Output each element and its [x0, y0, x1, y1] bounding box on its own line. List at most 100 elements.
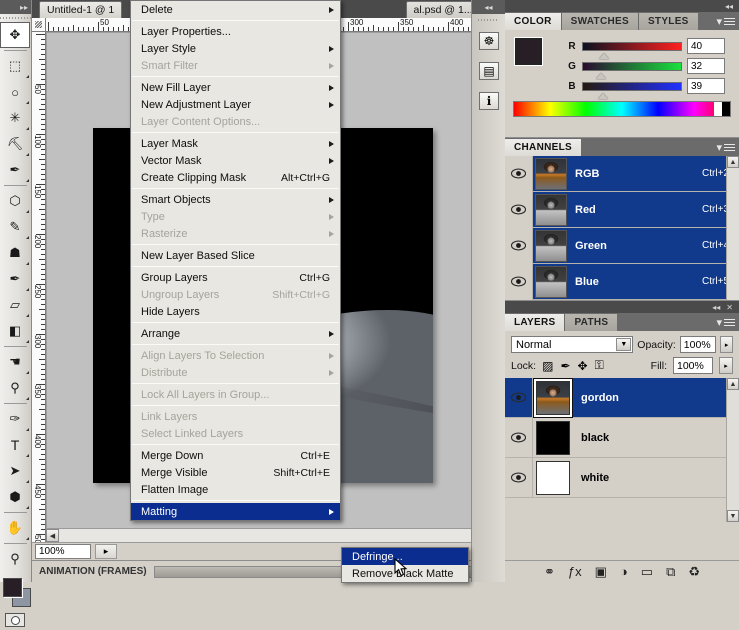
panel-dock[interactable]: ◂◂ COLOR SWATCHES STYLES ▾ R 40 G 32 B 39 CHA…: [505, 0, 739, 582]
color-slider-row-r[interactable]: R 40: [567, 36, 731, 59]
color-slider-g[interactable]: [582, 61, 682, 79]
matting-submenu[interactable]: Defringe... Remove Black Matte: [341, 547, 469, 583]
menu-item-smart-objects[interactable]: Smart Objects: [131, 191, 340, 208]
blur-tool[interactable]: ☚: [0, 349, 30, 375]
scroll-down-button[interactable]: ▼: [727, 510, 739, 522]
hand-tool[interactable]: ✋: [0, 515, 30, 541]
channel-row[interactable]: Green Ctrl+4: [505, 227, 739, 264]
layer-row[interactable]: black: [505, 417, 739, 458]
canvas-horizontal-scrollbar[interactable]: ◀ ▶: [46, 528, 491, 542]
menu-item-merge-down[interactable]: Merge Down Ctrl+E: [131, 447, 340, 464]
color-panel-body[interactable]: R 40 G 32 B 39: [505, 30, 739, 138]
color-value-g[interactable]: 32: [687, 58, 725, 74]
menu-item-vector-mask[interactable]: Vector Mask: [131, 152, 340, 169]
channels-list[interactable]: RGB Ctrl+2 Red Ctrl+3 Green Ctrl+4 Blue Ctrl+5: [505, 155, 739, 300]
pen-tool[interactable]: ✑: [0, 406, 30, 432]
lasso-tool[interactable]: ○: [0, 79, 30, 105]
layers-scrollbar[interactable]: ▲ ▼: [726, 378, 739, 522]
opacity-stepper[interactable]: ▸: [720, 336, 733, 353]
menu-item-layer-style[interactable]: Layer Style: [131, 40, 340, 57]
blend-mode-select[interactable]: Normal ▼: [511, 336, 634, 353]
tab-paths[interactable]: PATHS: [565, 314, 619, 331]
eye-icon[interactable]: [505, 227, 533, 264]
channels-scrollbar[interactable]: ▲: [726, 156, 739, 300]
healing-brush-tool[interactable]: ⬡: [0, 188, 30, 214]
chevron-down-icon[interactable]: ▼: [616, 338, 632, 351]
vertical-ruler[interactable]: 50100150200250300350400450500550: [32, 32, 46, 542]
move-tool[interactable]: ✥: [0, 22, 30, 48]
panel-menu-icon[interactable]: ▾: [716, 15, 735, 28]
color-panel-swatches[interactable]: [515, 38, 559, 78]
type-tool[interactable]: T: [0, 432, 30, 458]
color-value-r[interactable]: 40: [687, 38, 725, 54]
submenu-item-defringe[interactable]: Defringe...: [342, 548, 468, 565]
icon-dock[interactable]: ◂◂ ☸ ▤ ℹ: [471, 0, 505, 582]
document-info-button[interactable]: ▸: [95, 544, 117, 559]
lock-image-pixels-icon[interactable]: ✒: [560, 359, 570, 373]
color-swatches[interactable]: [0, 576, 31, 610]
color-slider-thumb[interactable]: [596, 72, 606, 79]
menu-item-layer-properties[interactable]: Layer Properties...: [131, 23, 340, 40]
eye-icon[interactable]: [505, 263, 533, 300]
panel-collapse-glyph[interactable]: ◂◂: [712, 303, 720, 312]
menu-item-matting[interactable]: Matting: [131, 503, 340, 520]
layers-list[interactable]: gordon black white: [505, 377, 739, 498]
menu-item-new-adjustment-layer[interactable]: New Adjustment Layer: [131, 96, 340, 113]
channel-row[interactable]: Blue Ctrl+5: [505, 263, 739, 300]
shape-tool[interactable]: ⬢: [0, 484, 30, 510]
color-slider-row-g[interactable]: G 32: [567, 56, 731, 79]
brushes-icon[interactable]: ☸: [472, 26, 506, 56]
fill-stepper[interactable]: ▸: [719, 357, 733, 374]
color-spectrum-ramp[interactable]: [513, 101, 731, 117]
menu-item-hide-layers[interactable]: Hide Layers: [131, 303, 340, 320]
ruler-corner[interactable]: [32, 18, 46, 32]
layer-style-fx-icon[interactable]: ƒx: [568, 564, 582, 579]
color-slider-row-b[interactable]: B 39: [567, 76, 731, 99]
menu-item-arrange[interactable]: Arrange: [131, 325, 340, 342]
menu-item-flatten-image[interactable]: Flatten Image: [131, 481, 340, 498]
color-slider-r[interactable]: [582, 41, 682, 59]
eye-icon[interactable]: [505, 417, 533, 458]
histogram-icon[interactable]: ▤: [472, 56, 506, 86]
toolbar-drag-handle[interactable]: [0, 14, 31, 22]
tab-layers[interactable]: LAYERS: [505, 314, 566, 331]
scroll-up-button[interactable]: ▲: [727, 156, 739, 168]
eraser-tool[interactable]: ▱: [0, 292, 30, 318]
menu-item-delete[interactable]: Delete: [131, 1, 340, 18]
history-brush-tool[interactable]: ✒: [0, 266, 30, 292]
magic-wand-tool[interactable]: ✳: [0, 105, 30, 131]
zoom-tool[interactable]: ⚲: [0, 546, 30, 572]
channel-row[interactable]: Red Ctrl+3: [505, 191, 739, 228]
menu-item-group-layers[interactable]: Group Layers Ctrl+G: [131, 269, 340, 286]
marquee-tool[interactable]: ⬚: [0, 53, 30, 79]
zoom-level-field[interactable]: 100%: [35, 544, 91, 559]
panel-dock-collapse-bar[interactable]: ◂◂: [505, 0, 739, 12]
lock-all-icon[interactable]: ⚿: [595, 358, 604, 373]
gradient-tool[interactable]: ◧: [0, 318, 30, 344]
tab-color[interactable]: COLOR: [505, 13, 562, 30]
white-swatch[interactable]: [714, 102, 722, 116]
channels-panel-body[interactable]: RGB Ctrl+2 Red Ctrl+3 Green Ctrl+4 Blue Ctrl+5 …: [505, 155, 739, 301]
layer-row[interactable]: white: [505, 457, 739, 498]
panel-menu-icon[interactable]: ▾: [716, 316, 735, 329]
menu-item-new-fill-layer[interactable]: New Fill Layer: [131, 79, 340, 96]
dock-drag-handle[interactable]: [478, 16, 499, 24]
opacity-field[interactable]: 100%: [679, 336, 717, 353]
delete-layer-icon[interactable]: ♻: [688, 564, 700, 580]
submenu-item-remove-black-matte[interactable]: Remove Black Matte: [342, 565, 468, 582]
clone-stamp-tool[interactable]: ☗: [0, 240, 30, 266]
add-layer-mask-icon[interactable]: ▣: [595, 564, 607, 580]
menu-item-create-clipping-mask[interactable]: Create Clipping Mask Alt+Ctrl+G: [131, 169, 340, 186]
dodge-tool[interactable]: ⚲: [0, 375, 30, 401]
layers-dock-bar[interactable]: ◂◂ ✕: [505, 301, 739, 313]
scroll-left-button[interactable]: ◀: [46, 529, 59, 542]
color-panel-tabs[interactable]: COLOR SWATCHES STYLES ▾: [505, 12, 739, 30]
toolbar-collapse-button[interactable]: ▸▸: [0, 0, 31, 14]
close-icon[interactable]: ✕: [726, 303, 733, 312]
eyedropper-tool[interactable]: ✒: [0, 157, 30, 183]
color-value-b[interactable]: 39: [687, 78, 725, 94]
eye-icon[interactable]: [505, 377, 533, 418]
eye-icon[interactable]: [505, 155, 533, 192]
dock-collapse-button[interactable]: ◂◂: [472, 0, 505, 14]
lock-transparent-pixels-icon[interactable]: ▨: [542, 359, 553, 373]
